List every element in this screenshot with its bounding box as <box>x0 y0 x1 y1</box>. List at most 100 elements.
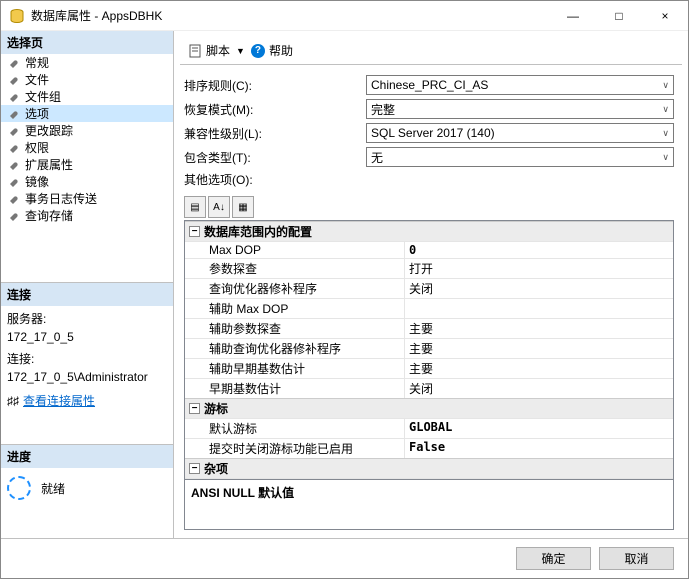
description-title: ANSI NULL 默认值 <box>191 484 667 501</box>
grid-category[interactable]: −游标 <box>185 398 673 418</box>
grid-key: 早期基数估计 <box>185 379 405 398</box>
help-icon: ? <box>251 44 265 58</box>
wrench-icon <box>7 73 21 87</box>
grid-key: 辅助 Max DOP <box>185 299 405 318</box>
wrench-icon <box>7 90 21 104</box>
conn-value: 172_17_0_5\Administrator <box>7 368 167 386</box>
nav-item-label: 文件 <box>25 71 49 88</box>
grid-row[interactable]: 辅助 Max DOP <box>185 298 673 318</box>
grid-value[interactable]: 关闭 <box>405 279 673 298</box>
connection-icon: ♯♯ <box>7 392 19 410</box>
grid-category[interactable]: −数据库范围内的配置 <box>185 221 673 241</box>
nav-item-label: 事务日志传送 <box>25 190 97 207</box>
left-panel: 选择页 常规文件文件组选项更改跟踪权限扩展属性镜像事务日志传送查询存储 连接 服… <box>1 31 174 538</box>
wrench-icon <box>7 192 21 206</box>
other-label: 其他选项(O): <box>184 171 366 188</box>
grid-pages-button[interactable]: ▦ <box>232 196 254 218</box>
grid-value[interactable]: 0 <box>405 242 673 258</box>
grid-key: 辅助参数探查 <box>185 319 405 338</box>
nav-item-label: 镜像 <box>25 173 49 190</box>
description-box: ANSI NULL 默认值 <box>185 479 673 529</box>
grid-row[interactable]: Max DOP0 <box>185 241 673 258</box>
recovery-select[interactable]: 完整∨ <box>366 99 674 119</box>
grid-row[interactable]: 参数探查打开 <box>185 258 673 278</box>
nav-item-3[interactable]: 选项 <box>1 105 173 122</box>
grid-row[interactable]: 辅助查询优化器修补程序主要 <box>185 338 673 358</box>
grid-key: 参数探查 <box>185 259 405 278</box>
ok-button[interactable]: 确定 <box>516 547 591 570</box>
grid-value[interactable]: 打开 <box>405 259 673 278</box>
connection-header: 连接 <box>1 282 173 306</box>
grid-value[interactable]: GLOBAL <box>405 419 673 438</box>
grid-row[interactable]: 辅助早期基数估计主要 <box>185 358 673 378</box>
sort-az-button[interactable]: A↓ <box>208 196 230 218</box>
grid-row[interactable]: 早期基数估计关闭 <box>185 378 673 398</box>
grid-key: 提交时关闭游标功能已启用 <box>185 439 405 458</box>
nav-item-label: 权限 <box>25 139 49 156</box>
grid-value[interactable]: 关闭 <box>405 379 673 398</box>
view-connection-link[interactable]: 查看连接属性 <box>23 392 95 410</box>
collapse-icon[interactable]: − <box>189 463 200 474</box>
recovery-label: 恢复模式(M): <box>184 101 366 118</box>
server-label: 服务器: <box>7 310 167 328</box>
cancel-button[interactable]: 取消 <box>599 547 674 570</box>
grid-key: 查询优化器修补程序 <box>185 279 405 298</box>
window: 数据库属性 - AppsDBHK — □ × 选择页 常规文件文件组选项更改跟踪… <box>0 0 689 579</box>
close-button[interactable]: × <box>642 1 688 31</box>
nav-list: 常规文件文件组选项更改跟踪权限扩展属性镜像事务日志传送查询存储 <box>1 54 173 224</box>
collation-select[interactable]: Chinese_PRC_CI_AS∨ <box>366 75 674 95</box>
contain-label: 包含类型(T): <box>184 149 366 166</box>
grid-value[interactable]: 主要 <box>405 339 673 358</box>
toolbar: 脚本 ▼ ? 帮助 <box>180 37 682 65</box>
chevron-down-icon: ∨ <box>662 152 669 163</box>
wrench-icon <box>7 107 21 121</box>
nav-item-6[interactable]: 扩展属性 <box>1 156 173 173</box>
wrench-icon <box>7 141 21 155</box>
nav-item-4[interactable]: 更改跟踪 <box>1 122 173 139</box>
progress-status: 就绪 <box>41 480 65 497</box>
nav-item-label: 查询存储 <box>25 207 73 224</box>
nav-item-1[interactable]: 文件 <box>1 71 173 88</box>
minimize-button[interactable]: — <box>550 1 596 31</box>
nav-item-7[interactable]: 镜像 <box>1 173 173 190</box>
spinner-icon <box>7 476 31 500</box>
wrench-icon <box>7 175 21 189</box>
collapse-icon[interactable]: − <box>189 403 200 414</box>
collapse-icon[interactable]: − <box>189 226 200 237</box>
grid-key: Max DOP <box>185 242 405 258</box>
window-title: 数据库属性 - AppsDBHK <box>31 7 550 24</box>
compat-select[interactable]: SQL Server 2017 (140)∨ <box>366 123 674 143</box>
chevron-down-icon: ∨ <box>662 104 669 115</box>
nav-item-2[interactable]: 文件组 <box>1 88 173 105</box>
grid-row[interactable]: 查询优化器修补程序关闭 <box>185 278 673 298</box>
script-button[interactable]: 脚本 <box>188 42 230 59</box>
nav-item-0[interactable]: 常规 <box>1 54 173 71</box>
contain-select[interactable]: 无∨ <box>366 147 674 167</box>
nav-item-8[interactable]: 事务日志传送 <box>1 190 173 207</box>
script-icon <box>188 44 202 58</box>
nav-item-label: 选项 <box>25 105 49 122</box>
wrench-icon <box>7 158 21 172</box>
grid-row[interactable]: 辅助参数探查主要 <box>185 318 673 338</box>
nav-item-9[interactable]: 查询存储 <box>1 207 173 224</box>
categorize-button[interactable]: ▤ <box>184 196 206 218</box>
nav-item-5[interactable]: 权限 <box>1 139 173 156</box>
grid-value[interactable]: 主要 <box>405 319 673 338</box>
grid-category[interactable]: −杂项 <box>185 458 673 478</box>
maximize-button[interactable]: □ <box>596 1 642 31</box>
help-button[interactable]: ? 帮助 <box>251 42 293 59</box>
conn-label: 连接: <box>7 350 167 368</box>
grid-row[interactable]: 默认游标GLOBAL <box>185 418 673 438</box>
script-dropdown-icon[interactable]: ▼ <box>236 46 245 56</box>
collation-label: 排序规则(C): <box>184 77 366 94</box>
wrench-icon <box>7 124 21 138</box>
grid-value[interactable] <box>405 299 673 318</box>
grid-value[interactable]: 主要 <box>405 359 673 378</box>
grid-key: 默认游标 <box>185 419 405 438</box>
grid-value[interactable]: False <box>405 439 673 458</box>
grid-key: 辅助早期基数估计 <box>185 359 405 378</box>
progress-header: 进度 <box>1 444 173 468</box>
property-grid: −数据库范围内的配置Max DOP0参数探查打开查询优化器修补程序关闭辅助 Ma… <box>184 220 674 530</box>
titlebar: 数据库属性 - AppsDBHK — □ × <box>1 1 688 31</box>
grid-row[interactable]: 提交时关闭游标功能已启用False <box>185 438 673 458</box>
